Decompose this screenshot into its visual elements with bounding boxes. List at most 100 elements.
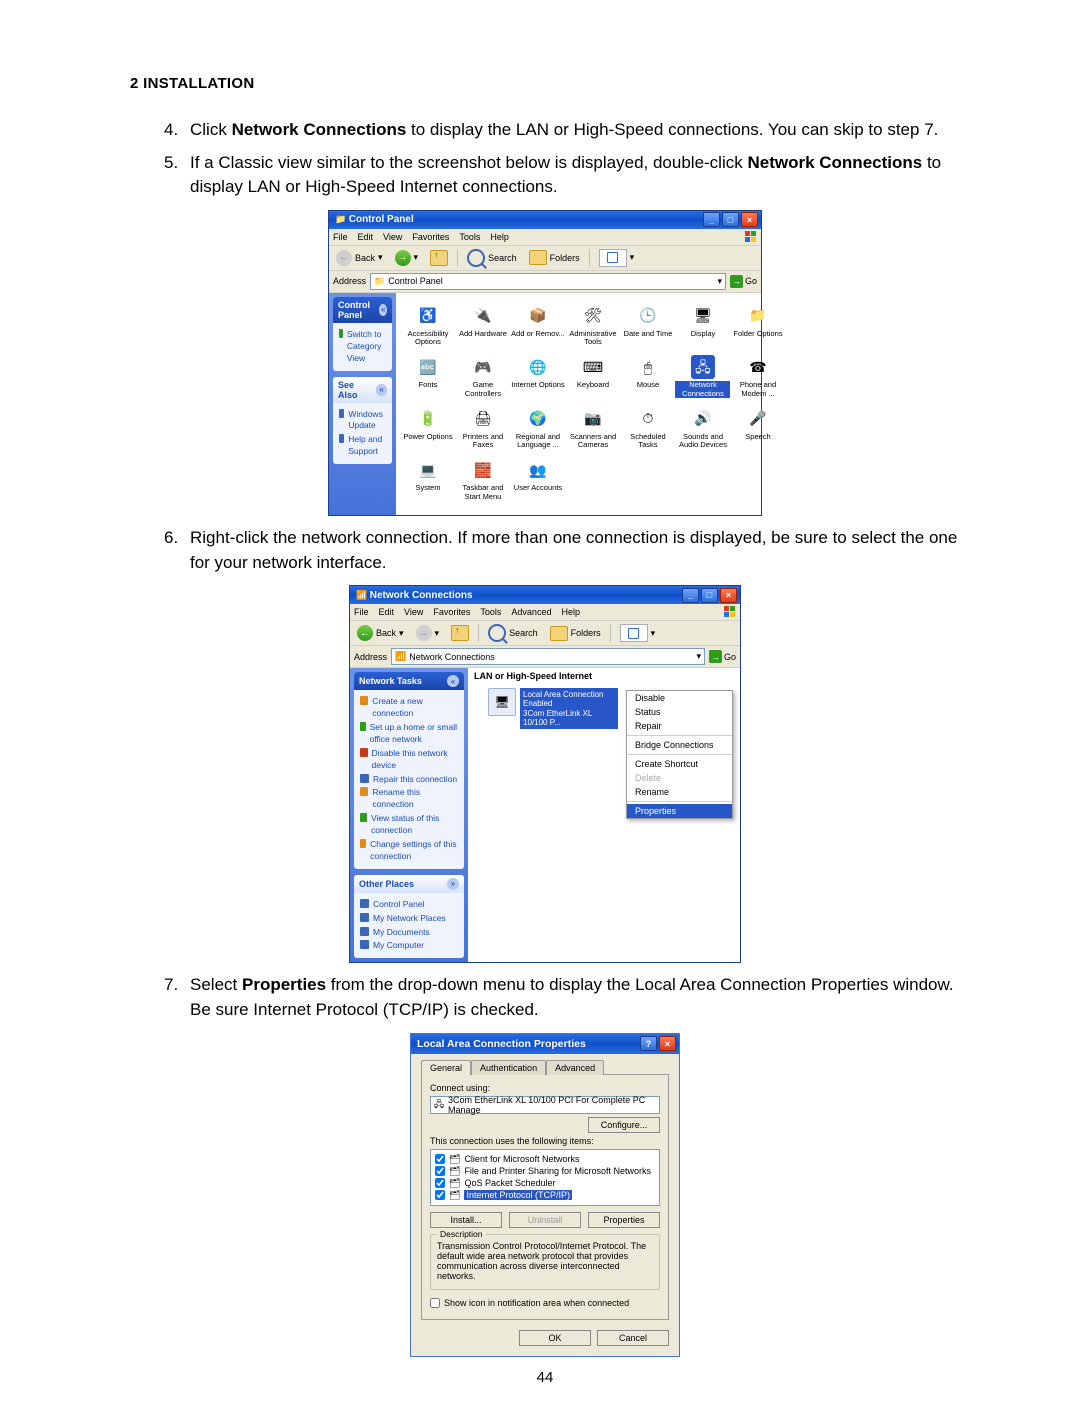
search-button[interactable]: Search [485, 623, 541, 643]
network-task-item[interactable]: Create a new connection [360, 696, 458, 720]
control-panel-item[interactable]: 📁Folder Options [730, 301, 785, 353]
tab-general[interactable]: General [421, 1060, 471, 1075]
dropdown-icon[interactable]: ▾ [696, 651, 701, 662]
up-button[interactable] [427, 249, 451, 267]
menu-file[interactable]: File [333, 232, 348, 242]
control-panel-item[interactable]: 📷Scanners and Cameras [565, 404, 620, 456]
connection-item[interactable]: 🖥 Local Area Connection Enabled 3Com Eth… [488, 688, 618, 729]
maximize-button[interactable]: □ [701, 588, 718, 603]
ctx-disable[interactable]: Disable [627, 691, 732, 705]
items-list[interactable]: 🗂Client for Microsoft Networks🗂File and … [430, 1149, 660, 1206]
ctx-rename[interactable]: Rename [627, 785, 732, 799]
protocol-item[interactable]: 🗂Client for Microsoft Networks [435, 1154, 655, 1165]
tab-advanced[interactable]: Advanced [546, 1060, 604, 1075]
ctx-status[interactable]: Status [627, 705, 732, 719]
control-panel-item[interactable]: 👥User Accounts [510, 455, 565, 507]
menu-help[interactable]: Help [490, 232, 509, 242]
see-also-item[interactable]: Help and Support [339, 434, 386, 458]
control-panel-item[interactable]: 💻System [400, 455, 455, 507]
menu-favorites[interactable]: Favorites [412, 232, 449, 242]
control-panel-item[interactable]: 🔤Fonts [400, 352, 455, 404]
minimize-button[interactable]: _ [682, 588, 699, 603]
control-panel-item[interactable]: 🖨Printers and Faxes [455, 404, 510, 456]
other-place-item[interactable]: My Computer [360, 940, 458, 952]
switch-category-view[interactable]: Switch to Category View [339, 329, 386, 365]
back-button[interactable]: ←Back ▾ [333, 249, 386, 267]
control-panel-item[interactable]: 🎮Game Controllers [455, 352, 510, 404]
forward-button[interactable]: → ▾ [413, 624, 443, 642]
control-panel-item[interactable]: 🖱Mouse [620, 352, 675, 404]
protocol-checkbox[interactable] [435, 1154, 445, 1164]
network-task-item[interactable]: View status of this connection [360, 813, 458, 837]
close-button[interactable]: × [720, 588, 737, 603]
control-panel-item[interactable]: 🖧Network Connections [675, 352, 730, 404]
menu-advanced[interactable]: Advanced [511, 607, 551, 617]
network-task-item[interactable]: Repair this connection [360, 774, 458, 786]
network-task-item[interactable]: Rename this connection [360, 787, 458, 811]
titlebar[interactable]: Local Area Connection Properties ? × [411, 1034, 679, 1054]
menu-tools[interactable]: Tools [480, 607, 501, 617]
minimize-button[interactable]: _ [703, 212, 720, 227]
other-place-item[interactable]: My Network Places [360, 913, 458, 925]
control-panel-item[interactable]: 📦Add or Remov... [510, 301, 565, 353]
control-panel-item[interactable]: 🎤Speech [730, 404, 785, 456]
up-button[interactable] [448, 624, 472, 642]
control-panel-item[interactable]: ♿Accessibility Options [400, 301, 455, 353]
titlebar[interactable]: 📁 Control Panel _ □ × [329, 211, 761, 229]
control-panel-item[interactable]: 🔋Power Options [400, 404, 455, 456]
ctx-bridge[interactable]: Bridge Connections [627, 738, 732, 752]
help-button[interactable]: ? [640, 1036, 657, 1051]
see-also-item[interactable]: Windows Update [339, 409, 386, 433]
views-button[interactable]: ▾ [617, 623, 659, 643]
address-input[interactable]: 📶Network Connections▾ [391, 648, 705, 665]
protocol-checkbox[interactable] [435, 1190, 445, 1200]
menu-edit[interactable]: Edit [379, 607, 395, 617]
cancel-button[interactable]: Cancel [597, 1330, 669, 1346]
address-input[interactable]: 📁Control Panel▾ [370, 273, 726, 290]
install-button[interactable]: Install... [430, 1212, 502, 1228]
show-icon-checkbox[interactable] [430, 1298, 440, 1308]
folders-button[interactable]: Folders [526, 249, 583, 266]
menu-file[interactable]: File [354, 607, 369, 617]
close-button[interactable]: × [659, 1036, 676, 1051]
ctx-shortcut[interactable]: Create Shortcut [627, 757, 732, 771]
protocol-item[interactable]: 🗂File and Printer Sharing for Microsoft … [435, 1166, 655, 1177]
ok-button[interactable]: OK [519, 1330, 591, 1346]
configure-button[interactable]: Configure... [588, 1117, 660, 1133]
control-panel-item[interactable]: 🛠Administrative Tools [565, 301, 620, 353]
protocol-checkbox[interactable] [435, 1166, 445, 1176]
network-task-item[interactable]: Change settings of this connection [360, 839, 458, 863]
control-panel-item[interactable]: 🖥Display [675, 301, 730, 353]
go-button[interactable]: →Go [730, 275, 757, 288]
network-task-item[interactable]: Disable this network device [360, 748, 458, 772]
ctx-properties[interactable]: Properties [627, 804, 732, 818]
protocol-checkbox[interactable] [435, 1178, 445, 1188]
titlebar[interactable]: 📶 Network Connections _ □ × [350, 586, 740, 604]
forward-button[interactable]: → ▾ [392, 249, 422, 267]
search-button[interactable]: Search [464, 248, 520, 268]
collapse-icon[interactable]: « [447, 675, 459, 687]
control-panel-item[interactable]: ⏱Scheduled Tasks [620, 404, 675, 456]
collapse-icon[interactable]: » [447, 878, 459, 890]
close-button[interactable]: × [741, 212, 758, 227]
control-panel-item[interactable]: ☎Phone and Modem ... [730, 352, 785, 404]
menu-view[interactable]: View [383, 232, 402, 242]
control-panel-item[interactable]: 🌍Regional and Language ... [510, 404, 565, 456]
folders-button[interactable]: Folders [547, 625, 604, 642]
collapse-icon[interactable]: « [379, 304, 387, 316]
control-panel-item[interactable]: 🔌Add Hardware [455, 301, 510, 353]
control-panel-item[interactable]: 🌐Internet Options [510, 352, 565, 404]
views-button[interactable]: ▾ [596, 248, 638, 268]
go-button[interactable]: →Go [709, 650, 736, 663]
control-panel-item[interactable]: 🔊Sounds and Audio Devices [675, 404, 730, 456]
menu-tools[interactable]: Tools [459, 232, 480, 242]
menu-edit[interactable]: Edit [358, 232, 374, 242]
collapse-icon[interactable]: « [376, 384, 388, 396]
back-button[interactable]: ←Back ▾ [354, 624, 407, 642]
ctx-repair[interactable]: Repair [627, 719, 732, 733]
control-panel-item[interactable]: 🧱Taskbar and Start Menu [455, 455, 510, 507]
tab-authentication[interactable]: Authentication [471, 1060, 546, 1075]
network-task-item[interactable]: Set up a home or small office network [360, 722, 458, 746]
control-panel-item[interactable]: 🕒Date and Time [620, 301, 675, 353]
maximize-button[interactable]: □ [722, 212, 739, 227]
